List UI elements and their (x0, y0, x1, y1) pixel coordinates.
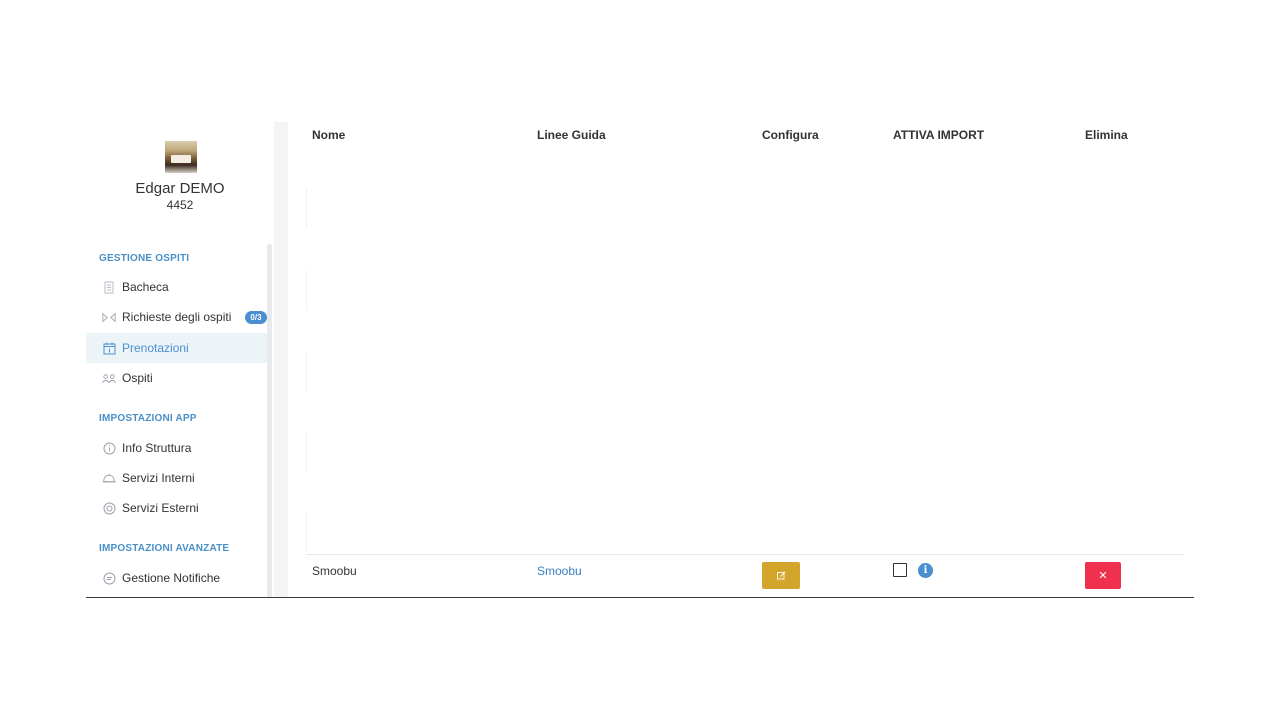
section-title-impostazioni-avanzate: IMPOSTAZIONI AVANZATE (99, 543, 230, 554)
sidebar-item-bacheca[interactable]: Bacheca (86, 272, 268, 302)
empty-row-divider (306, 188, 307, 228)
sidebar-item-prenotazioni[interactable]: Prenotazioni (86, 333, 268, 363)
compass-icon (102, 501, 116, 515)
section-title-impostazioni-app: IMPOSTAZIONI APP (99, 413, 197, 424)
empty-row-divider (306, 432, 307, 472)
column-header-nome: Nome (312, 128, 346, 142)
main-content: Nome Linee Guida Configura ATTIVA IMPORT… (288, 122, 1194, 598)
sidebar-item-label: Info Struttura (122, 441, 192, 455)
board-icon (102, 280, 116, 294)
cell-nome: Smoobu (312, 564, 357, 578)
sidebar-item-label: Servizi Esterni (122, 501, 199, 515)
row-separator (306, 554, 1184, 555)
sidebar-scrollbar[interactable] (267, 244, 272, 598)
frame-bottom-border (86, 597, 1194, 598)
sidebar-item-servizi-esterni[interactable]: Servizi Esterni (86, 493, 268, 523)
content-gutter (274, 122, 288, 598)
delete-button[interactable]: ✕ (1085, 562, 1121, 589)
sidebar-item-gestione-notifiche[interactable]: Gestione Notifiche (86, 563, 268, 593)
info-icon[interactable]: i (918, 563, 933, 578)
requests-count-badge: 0/3 (245, 310, 267, 324)
sidebar: Edgar DEMO 4452 GESTIONE OSPITI Bacheca … (86, 122, 275, 598)
service-bell-icon (102, 471, 116, 485)
sidebar-item-label: Ospiti (122, 371, 153, 385)
requests-icon (102, 310, 116, 324)
column-header-configura: Configura (762, 128, 819, 142)
sidebar-item-label: Servizi Interni (122, 471, 195, 485)
edit-icon (776, 567, 786, 585)
column-header-linee-guida: Linee Guida (537, 128, 606, 142)
sidebar-item-ospiti[interactable]: Ospiti (86, 363, 268, 393)
sidebar-item-info-struttura[interactable]: Info Struttura (86, 433, 268, 463)
column-header-elimina: Elimina (1085, 128, 1128, 142)
column-header-attiva-import: ATTIVA IMPORT (893, 128, 985, 142)
app-frame: Edgar DEMO 4452 GESTIONE OSPITI Bacheca … (86, 122, 1194, 598)
close-icon: ✕ (1098, 570, 1108, 582)
sidebar-item-label: Gestione Notifiche (122, 571, 221, 585)
empty-row-divider (306, 512, 307, 552)
sidebar-item-label: Richieste degli ospiti (122, 310, 232, 324)
section-title-gestione-ospiti: GESTIONE OSPITI (99, 253, 190, 264)
sidebar-item-richieste[interactable]: Richieste degli ospiti 0/3 (86, 302, 268, 332)
user-code: 4452 (166, 198, 194, 212)
sidebar-item-servizi-interni[interactable]: Servizi Interni (86, 463, 268, 493)
notification-icon (102, 571, 116, 585)
guests-icon (102, 371, 116, 385)
info-circle-icon (102, 441, 116, 455)
empty-row-divider (306, 351, 307, 391)
configure-button[interactable] (762, 562, 800, 589)
avatar[interactable] (165, 141, 197, 173)
user-name: Edgar DEMO (135, 180, 225, 197)
empty-row-divider (306, 270, 307, 310)
cell-linee-guida-link[interactable]: Smoobu (537, 564, 582, 578)
activate-import-checkbox[interactable] (893, 563, 907, 577)
sidebar-item-label: Prenotazioni (122, 341, 189, 355)
calendar-icon (102, 341, 116, 355)
sidebar-item-label: Bacheca (122, 280, 169, 294)
